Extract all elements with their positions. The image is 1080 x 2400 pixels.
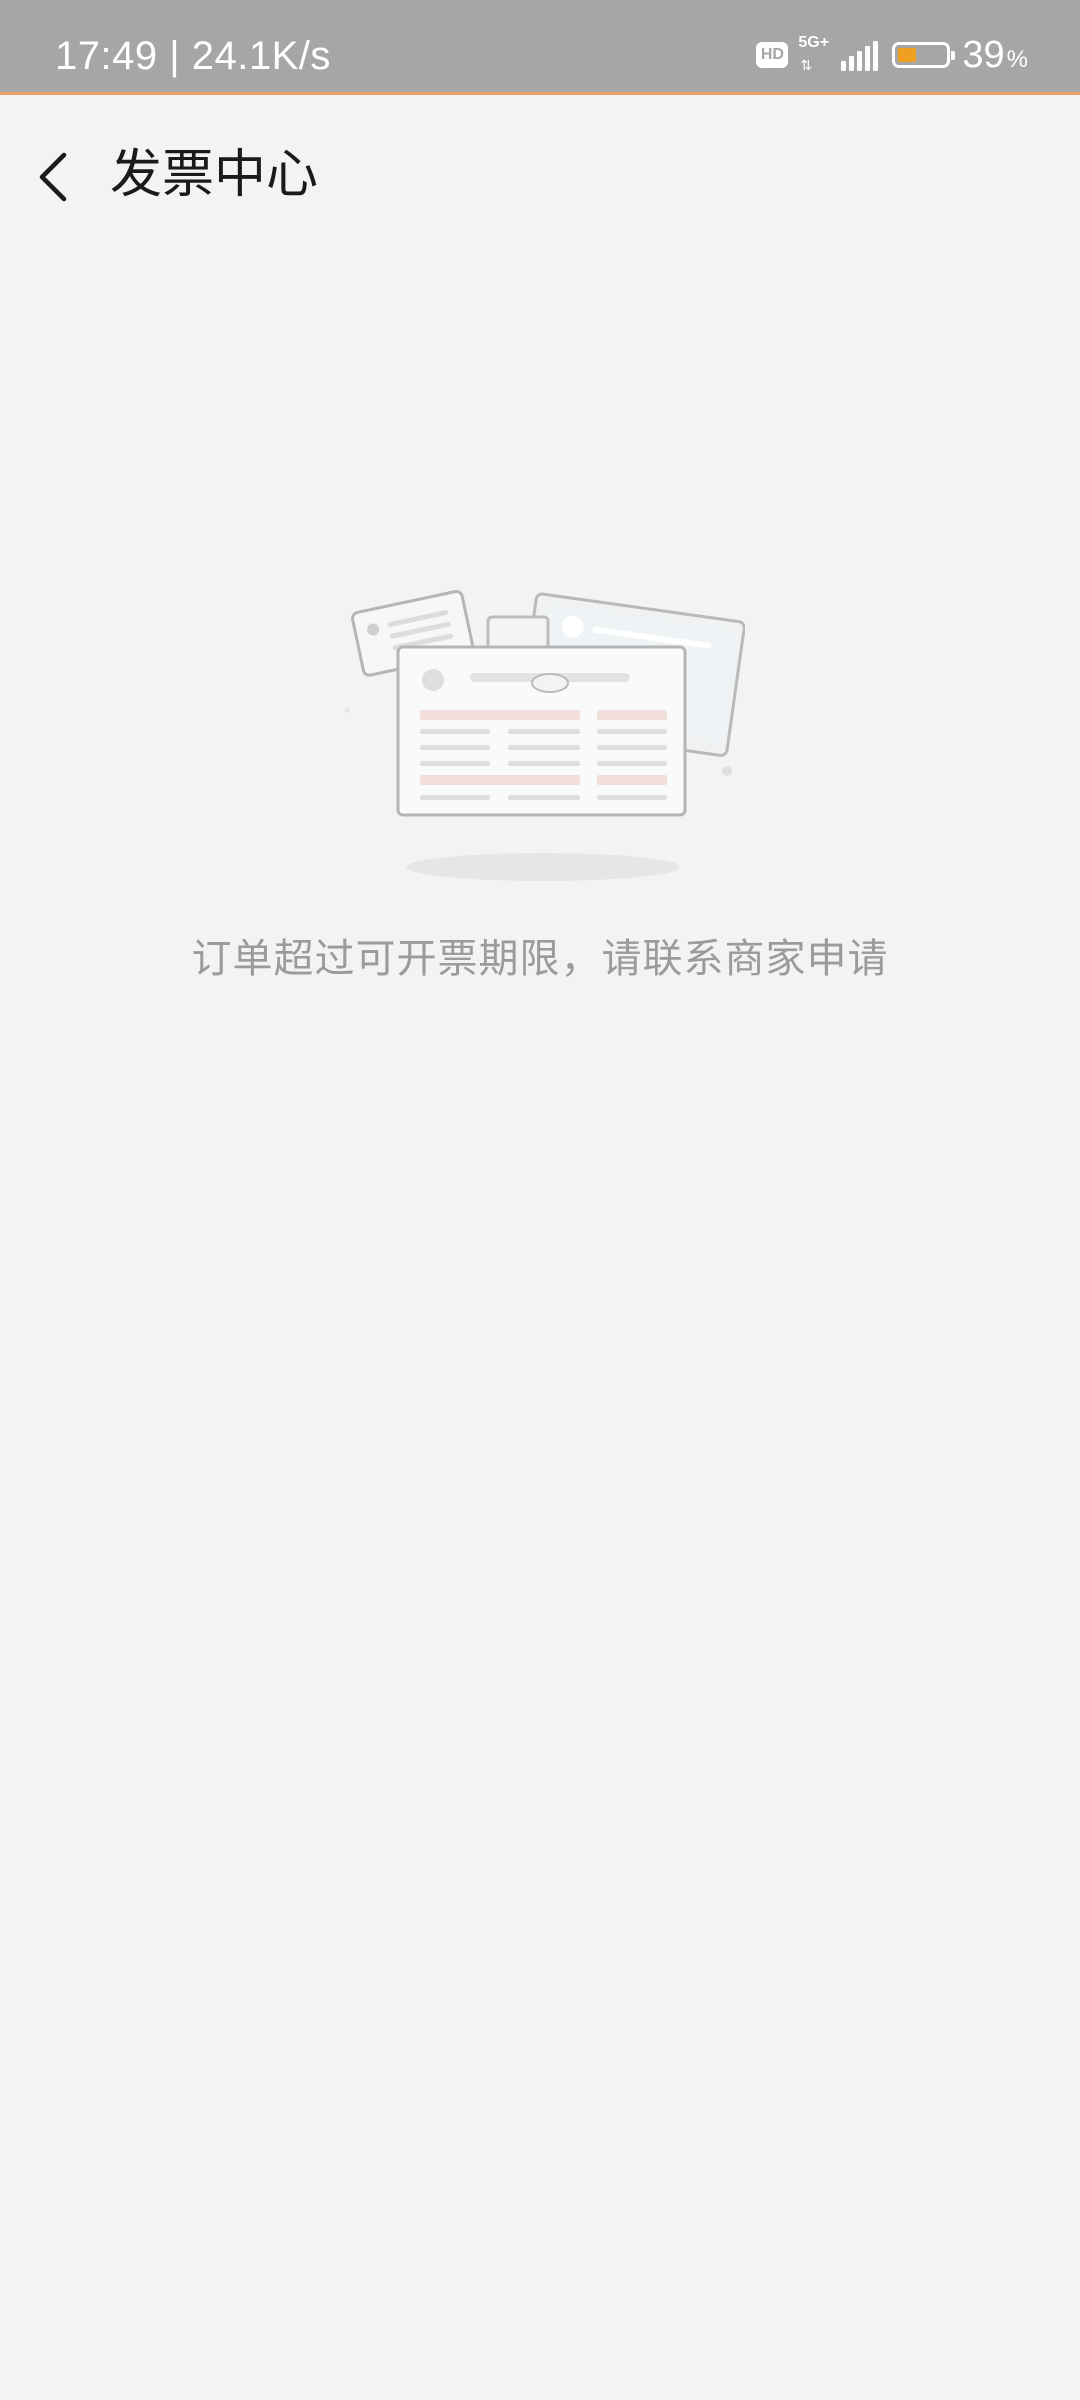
back-button[interactable]	[22, 145, 86, 209]
status-bar: 17:49 | 24.1K/s HD 5G+ ⇅ 39%	[0, 0, 1080, 95]
empty-state-illustration	[344, 575, 746, 885]
battery-percentage: 39%	[962, 36, 1028, 74]
header-bar: 发票中心	[0, 95, 1080, 265]
invoice-documents-icon	[344, 590, 746, 881]
network-type-label: 5G+	[798, 34, 830, 51]
signal-strength-icon	[838, 39, 879, 71]
status-indicators: HD 5G+ ⇅ 39%	[756, 30, 1028, 80]
battery-level-fill	[898, 48, 917, 62]
network-indicator: 5G+ ⇅	[798, 35, 834, 75]
status-time-speed: 17:49 | 24.1K/s	[55, 34, 331, 78]
hd-voice-badge: HD	[756, 42, 789, 68]
chevron-left-icon	[39, 152, 67, 202]
page-title: 发票中心	[110, 145, 319, 205]
battery-icon	[892, 42, 956, 68]
empty-state-message: 订单超过可开票期限，请联系商家申请	[191, 936, 889, 982]
battery-percent-sign: %	[1006, 46, 1028, 73]
invoice-center-screen: 17:49 | 24.1K/s HD 5G+ ⇅ 39% 发票中心 订单超过可开…	[0, 0, 1080, 2400]
battery-percent-value: 39	[962, 34, 1005, 76]
data-arrows-icon: ⇅	[800, 58, 813, 74]
